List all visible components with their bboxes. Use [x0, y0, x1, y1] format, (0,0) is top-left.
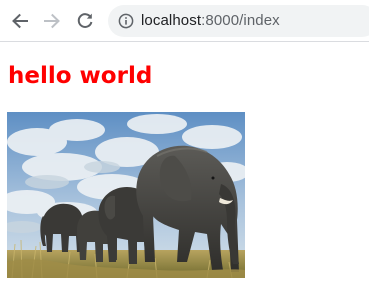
back-button[interactable] — [8, 9, 32, 33]
reload-button[interactable] — [73, 9, 97, 33]
arrow-right-icon — [44, 13, 60, 29]
reload-icon — [77, 13, 93, 28]
page-heading: hello world — [8, 63, 153, 89]
arrow-left-icon — [12, 13, 28, 29]
info-icon[interactable] — [118, 13, 134, 29]
page-content: hello world — [0, 42, 369, 306]
url-host: localhost — [141, 12, 202, 29]
address-bar[interactable]: localhost:8000/index — [108, 5, 369, 37]
url-text[interactable]: localhost:8000/index — [141, 12, 280, 30]
elephants-photo — [7, 112, 245, 278]
url-path: :8000/index — [201, 12, 280, 29]
forward-button[interactable] — [40, 9, 64, 33]
browser-toolbar: localhost:8000/index — [0, 0, 369, 42]
